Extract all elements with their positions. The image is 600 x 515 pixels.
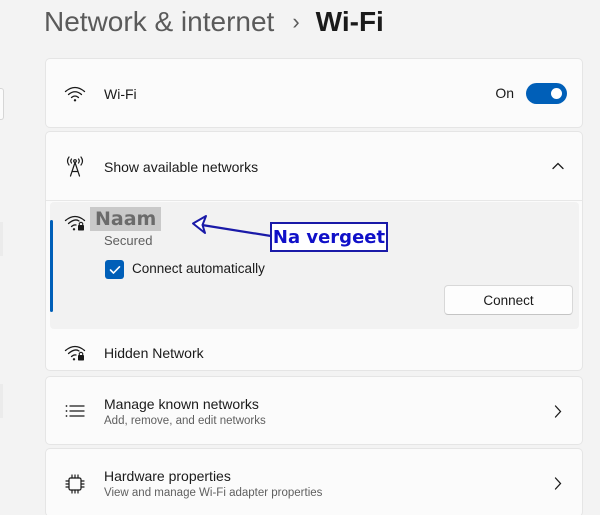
chevron-right-icon (551, 476, 565, 490)
selection-indicator (50, 220, 53, 312)
sidebar-edge (0, 222, 3, 256)
divider (46, 200, 582, 201)
hardware-properties-card[interactable]: Hardware properties View and manage Wi-F… (45, 448, 583, 515)
chevron-up-icon[interactable] (551, 159, 565, 173)
network-name: Naam (90, 207, 162, 231)
sidebar-edge (0, 88, 4, 120)
checkmark-icon (109, 265, 120, 274)
wifi-lock-icon (64, 342, 86, 364)
chip-icon (64, 473, 86, 495)
antenna-icon (64, 155, 86, 177)
wifi-toggle[interactable] (526, 83, 567, 104)
hardware-properties-description: View and manage Wi-Fi adapter properties (104, 487, 323, 499)
manage-known-networks-description: Add, remove, and edit networks (104, 415, 266, 427)
show-available-networks-row[interactable]: Show available networks (46, 132, 582, 200)
wifi-card: Wi-Fi On (45, 58, 583, 128)
hidden-network-row[interactable]: Hidden Network (46, 335, 582, 369)
list-icon (64, 400, 86, 422)
breadcrumb-separator: › (292, 9, 300, 34)
annotation-arrow-icon (192, 215, 273, 238)
breadcrumb-current: Wi-Fi (315, 6, 384, 37)
wifi-icon (64, 83, 86, 105)
connect-automatically-label[interactable]: Connect automatically (132, 261, 265, 276)
wifi-label: Wi-Fi (104, 86, 137, 102)
connect-button[interactable]: Connect (444, 285, 573, 315)
hardware-properties-title: Hardware properties (104, 468, 231, 484)
connect-automatically-checkbox[interactable] (105, 260, 124, 279)
annotation-label: Na vergeet (270, 222, 388, 252)
network-security-status: Secured (104, 233, 153, 248)
hidden-network-label: Hidden Network (104, 345, 204, 361)
manage-known-networks-title: Manage known networks (104, 396, 259, 412)
chevron-right-icon (551, 404, 565, 418)
breadcrumb-network-internet[interactable]: Network & internet (44, 6, 274, 38)
manage-known-networks-card[interactable]: Manage known networks Add, remove, and e… (45, 376, 583, 445)
sidebar-edge (0, 384, 3, 418)
page-title: Network & internet › Wi-Fi (44, 4, 384, 40)
show-available-networks-label: Show available networks (104, 159, 259, 175)
wifi-lock-icon (64, 212, 86, 234)
wifi-state-text: On (495, 85, 514, 101)
